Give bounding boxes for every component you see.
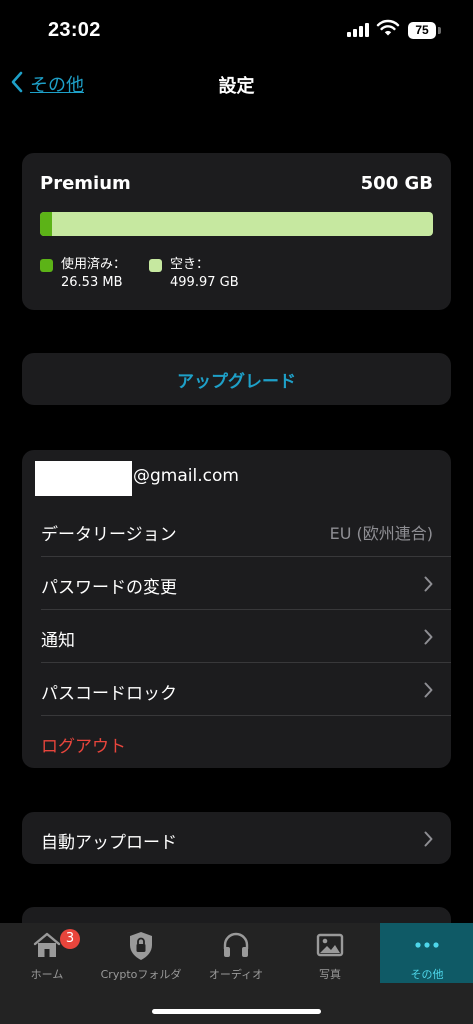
more-dots-icon (380, 930, 473, 962)
legend-free: 空き： 499.97 GB (149, 256, 239, 292)
data-region-label: データリージョン (41, 525, 177, 545)
data-region-row[interactable]: データリージョン EU (欧州連合) (22, 504, 451, 557)
headphones-icon (189, 930, 283, 962)
used-swatch (40, 259, 53, 272)
wifi-icon (376, 19, 400, 41)
battery-icon: 75 (408, 22, 436, 39)
notifications-label: 通知 (41, 631, 75, 651)
change-password-label: パスワードの変更 (41, 578, 177, 598)
tab-home-label: ホーム (30, 968, 64, 981)
home-badge: 3 (60, 929, 80, 949)
home-indicator (152, 1009, 321, 1014)
shield-lock-icon (94, 930, 188, 962)
redacted-email-user (35, 461, 132, 496)
free-value: 499.97 GB (170, 275, 239, 290)
settings-screen: 23:02 75 その他 設定 Premium 500 GB 使用済み： 26.… (0, 0, 473, 1024)
plan-total-size: 500 GB (360, 173, 433, 194)
upgrade-button[interactable]: アップグレード (22, 353, 451, 405)
logout-label: ログアウト (41, 737, 126, 757)
tab-home[interactable]: 3 ホーム (0, 923, 94, 983)
image-icon (283, 930, 377, 962)
status-bar: 23:02 75 (0, 0, 473, 60)
account-card: @gmail.com データリージョン EU (欧州連合) パスワードの変更 通… (22, 450, 451, 768)
notifications-row[interactable]: 通知 (22, 610, 451, 663)
tab-photos-label: 写真 (319, 968, 341, 981)
tab-audio[interactable]: オーディオ (189, 923, 283, 983)
tab-photos[interactable]: 写真 (283, 923, 377, 983)
status-time: 23:02 (48, 19, 101, 41)
tab-crypto-label: Cryptoフォルダ (100, 968, 182, 981)
email-row: @gmail.com (22, 450, 451, 504)
battery-cap (438, 27, 441, 34)
data-region-value: EU (欧州連合) (329, 524, 433, 543)
tab-more[interactable]: その他 (380, 923, 473, 983)
legend-used: 使用済み： 26.53 MB (40, 256, 126, 292)
logout-button[interactable]: ログアウト (22, 716, 451, 769)
passcode-lock-label: パスコードロック (41, 684, 177, 704)
chevron-right-icon (424, 629, 433, 649)
page-title: 設定 (218, 76, 255, 97)
chevron-right-icon (424, 576, 433, 596)
auto-upload-row[interactable]: 自動アップロード (22, 812, 451, 864)
change-password-row[interactable]: パスワードの変更 (22, 557, 451, 610)
chevron-right-icon (424, 682, 433, 702)
chevron-right-icon (424, 831, 433, 851)
passcode-lock-row[interactable]: パスコードロック (22, 663, 451, 716)
free-label: 空き： (170, 257, 210, 272)
tab-crypto-folder[interactable]: Cryptoフォルダ (94, 923, 188, 983)
storage-used-fill (40, 212, 52, 236)
plan-name: Premium (40, 173, 131, 194)
upgrade-label: アップグレード (177, 371, 296, 392)
email-domain: @gmail.com (133, 466, 239, 486)
storage-usage-bar (40, 212, 433, 236)
cellular-signal-icon (347, 23, 369, 37)
used-value: 26.53 MB (61, 275, 123, 290)
tab-more-label: その他 (410, 968, 444, 981)
storage-card: Premium 500 GB 使用済み： 26.53 MB 空き： 499.97… (22, 153, 451, 310)
auto-upload-label: 自動アップロード (41, 833, 177, 853)
tab-audio-label: オーディオ (208, 968, 264, 981)
navigation-bar: その他 設定 (0, 60, 473, 108)
free-swatch (149, 259, 162, 272)
home-icon (0, 930, 94, 962)
used-label: 使用済み： (61, 257, 127, 272)
